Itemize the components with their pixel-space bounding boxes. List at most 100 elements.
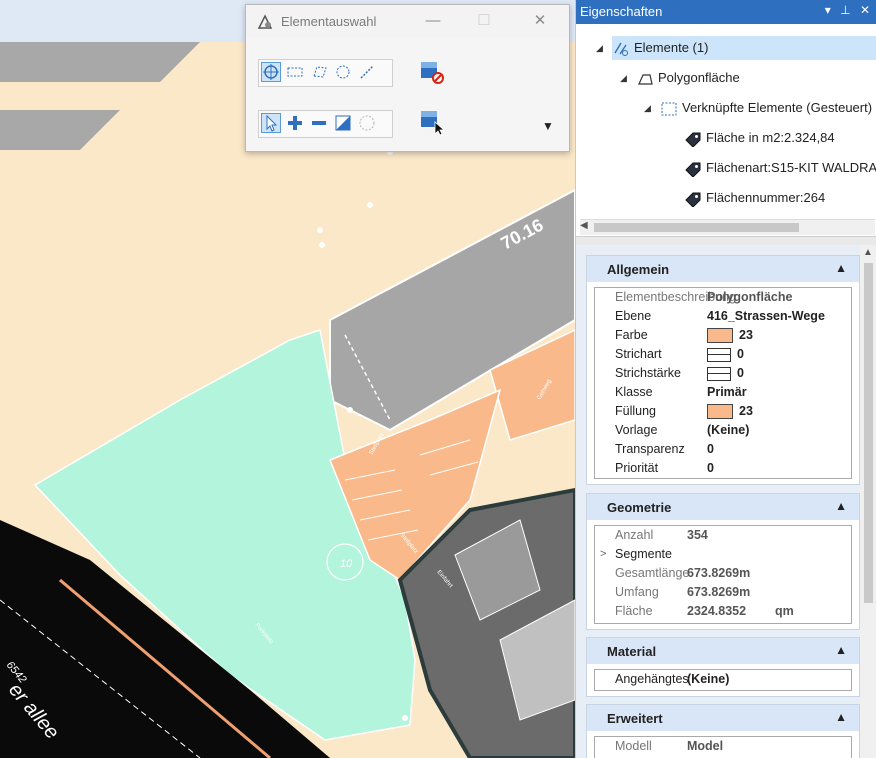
- scrollbar-thumb[interactable]: [864, 263, 873, 603]
- color-swatch: [707, 328, 733, 344]
- collapse-chevron-icon[interactable]: ▲: [835, 261, 847, 275]
- clear-mode-button[interactable]: [357, 113, 377, 133]
- property-row[interactable]: > Segmente: [595, 545, 851, 564]
- property-value: Primär: [707, 385, 747, 399]
- tree-item-area-number[interactable]: Flächennummer:264: [684, 186, 825, 210]
- tree-item-polygon[interactable]: ◢ Polygonfläche: [620, 66, 740, 90]
- section-body: Elementbeschreibung Polygonfläche Ebene 41…: [594, 287, 852, 479]
- minimize-button[interactable]: —: [422, 11, 444, 31]
- property-row[interactable]: Modell Model: [595, 737, 851, 756]
- land-strip: [0, 82, 150, 110]
- scroll-left-icon[interactable]: ◀: [580, 220, 588, 231]
- add-button[interactable]: [285, 113, 305, 133]
- invert-button[interactable]: [333, 113, 353, 133]
- tree-item-elements[interactable]: ◢ Elemente (1): [596, 36, 876, 60]
- subtract-button[interactable]: [309, 113, 329, 133]
- property-row[interactable]: Elementbeschreibung Polygonfläche: [595, 288, 851, 307]
- property-row[interactable]: Angehängtes (Keine): [595, 670, 851, 689]
- property-row[interactable]: Ebene 416_Strassen-Wege: [595, 307, 851, 326]
- tree-item-area-type[interactable]: Flächenart:S15-KIT WALDRAND: [684, 156, 876, 180]
- property-value: 416_Strassen-Wege: [707, 309, 825, 323]
- property-key: Gesamtlänge: [615, 566, 690, 580]
- collapse-arrow-icon[interactable]: ◢: [620, 66, 627, 90]
- element-selection-window[interactable]: Elementauswahl — ☐ ✕ ▼: [245, 4, 570, 152]
- sections-vertical-scrollbar[interactable]: ▲: [860, 245, 876, 758]
- tag-icon: [685, 192, 701, 207]
- panel-controls[interactable]: ▾ ⊥ ✕: [825, 3, 873, 17]
- close-button[interactable]: ✕: [529, 11, 551, 31]
- clear-selection-button[interactable]: [418, 59, 446, 85]
- property-row[interactable]: Anzahl 354: [595, 526, 851, 545]
- property-row[interactable]: Klasse Primär: [595, 383, 851, 402]
- collapse-arrow-icon[interactable]: ◢: [644, 96, 651, 120]
- section-header[interactable]: Material ▲: [587, 638, 859, 664]
- property-row[interactable]: Vorlage (Keine): [595, 421, 851, 440]
- property-value: 673.8269m: [687, 585, 751, 599]
- property-value: (Keine): [707, 423, 750, 437]
- element-selection-titlebar[interactable]: Elementauswahl — ☐ ✕: [246, 5, 569, 37]
- tag-icon: [685, 132, 701, 147]
- tree-item-linked[interactable]: ◢ Verknüpfte Elemente (Gesteuert): [644, 96, 872, 120]
- line-select-button[interactable]: [357, 62, 377, 82]
- shape-select-button[interactable]: [309, 62, 329, 82]
- new-mode-button[interactable]: [261, 113, 281, 133]
- select-all-button[interactable]: [418, 108, 446, 136]
- collapse-chevron-icon[interactable]: ▲: [835, 643, 847, 657]
- property-row[interactable]: Umfang 673.8269m: [595, 583, 851, 602]
- fill-swatch: [707, 404, 733, 420]
- block-select-button[interactable]: [285, 62, 305, 82]
- tree-item-area[interactable]: Fläche in m2:2.324,84: [684, 126, 835, 150]
- property-key: Farbe: [615, 328, 648, 342]
- property-row[interactable]: Strichart 0: [595, 345, 851, 364]
- property-row[interactable]: Farbe 23: [595, 326, 851, 345]
- collapse-arrow-icon[interactable]: ◢: [596, 36, 603, 60]
- collapse-chevron-icon[interactable]: ▲: [835, 710, 847, 724]
- property-key: Vorlage: [615, 423, 658, 437]
- property-row[interactable]: Priorität 0: [595, 459, 851, 478]
- element-selection-icon: [257, 14, 273, 29]
- individual-select-button[interactable]: [261, 62, 281, 82]
- section-body: Angehängtes (Keine): [594, 669, 852, 691]
- scrollbar-thumb[interactable]: [594, 223, 799, 232]
- tree-item-label: Flächenart:S15-KIT WALDRAND: [706, 160, 876, 175]
- road-top-left: [0, 42, 200, 82]
- line-select-icon: [360, 65, 374, 79]
- tree-item-label: Fläche in m2:2.324,84: [706, 130, 835, 145]
- polygon-icon: [638, 73, 653, 85]
- selection-mode-group: [258, 110, 393, 138]
- properties-header[interactable]: Eigenschaften ▾ ⊥ ✕: [576, 0, 876, 24]
- section-material: Material ▲ Angehängtes (Keine): [586, 637, 860, 697]
- property-key: Priorität: [615, 461, 659, 475]
- expand-arrow-icon[interactable]: >: [600, 545, 606, 564]
- add-icon: [288, 116, 302, 130]
- maximize-button[interactable]: ☐: [473, 11, 495, 31]
- section-header[interactable]: Geometrie ▲: [587, 494, 859, 520]
- properties-panel: Eigenschaften ▾ ⊥ ✕ ◢ Elemente (1) ◢ Pol…: [575, 0, 876, 758]
- circle-select-button[interactable]: [333, 62, 353, 82]
- individual-select-icon: [263, 64, 279, 80]
- property-row[interactable]: Strichstärke 0: [595, 364, 851, 383]
- tree-horizontal-scrollbar[interactable]: ◀: [580, 219, 875, 235]
- property-key: Ebene: [615, 309, 652, 323]
- property-key: Strichstärke: [615, 366, 681, 380]
- expand-arrow-icon[interactable]: ▼: [542, 119, 554, 133]
- property-row[interactable]: Füllung 23: [595, 402, 851, 421]
- property-key: Angehängtes: [615, 672, 689, 686]
- property-row[interactable]: Gesamtlänge 673.8269m: [595, 564, 851, 583]
- element-selection-title: Elementauswahl: [281, 14, 377, 29]
- section-header[interactable]: Erweitert ▲: [587, 705, 859, 731]
- property-row[interactable]: Fläche 2324.8352 qm: [595, 602, 851, 621]
- section-erweitert: Erweitert ▲ Modell Model: [586, 704, 860, 758]
- property-value: (Keine): [687, 672, 730, 686]
- section-allgemein: Allgemein ▲ Elementbeschreibung Polygonfl…: [586, 255, 860, 485]
- property-value: Polygonfläche: [707, 290, 793, 304]
- scroll-up-icon[interactable]: ▲: [863, 247, 873, 258]
- property-row[interactable]: Transparenz 0: [595, 440, 851, 459]
- section-header[interactable]: Allgemein ▲: [587, 256, 859, 282]
- property-key: Transparenz: [615, 442, 685, 456]
- property-value: 354: [687, 528, 708, 542]
- clear-mode-icon: [359, 115, 375, 131]
- property-unit: qm: [775, 604, 794, 618]
- elements-icon: [614, 42, 628, 56]
- collapse-chevron-icon[interactable]: ▲: [835, 499, 847, 513]
